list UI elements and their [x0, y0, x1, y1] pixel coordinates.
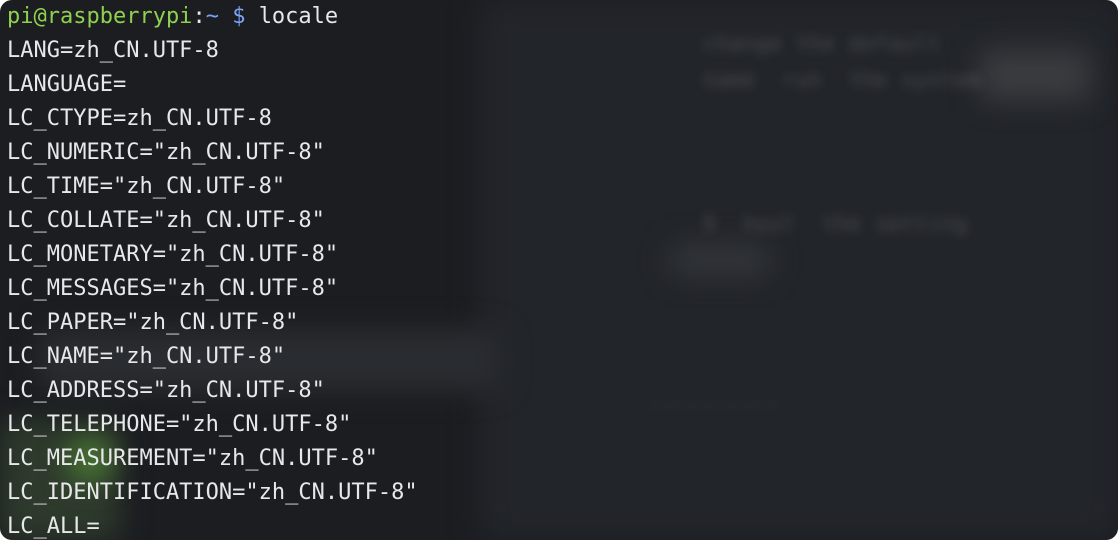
output-line: LC_MESSAGES="zh_CN.UTF-8"	[7, 276, 339, 301]
output-line: LANG=zh_CN.UTF-8	[7, 38, 219, 63]
output-line: LC_NAME="zh_CN.UTF-8"	[7, 344, 286, 369]
output-line: LC_ALL=	[7, 514, 100, 539]
output-line: LC_IDENTIFICATION="zh_CN.UTF-8"	[7, 480, 418, 505]
output-line: LC_MONETARY="zh_CN.UTF-8"	[7, 242, 339, 267]
output-line: LC_PAPER="zh_CN.UTF-8"	[7, 310, 299, 335]
output-line: LC_TIME="zh_CN.UTF-8"	[7, 174, 286, 199]
output-line: LC_MEASUREMENT="zh_CN.UTF-8"	[7, 446, 378, 471]
prompt-user-host: pi@raspberrypi	[7, 4, 193, 29]
prompt-line: pi@raspberrypi:~ $ locale	[7, 0, 1118, 34]
prompt-symbol: $	[232, 4, 246, 29]
output-line: LC_ADDRESS="zh_CN.UTF-8"	[7, 378, 325, 403]
prompt-separator: :	[192, 4, 206, 29]
output-line: LC_NUMERIC="zh_CN.UTF-8"	[7, 140, 325, 165]
terminal-output[interactable]: pi@raspberrypi:~ $ locale LANG=zh_CN.UTF…	[7, 0, 1118, 540]
output-line: LC_COLLATE="zh_CN.UTF-8"	[7, 208, 325, 233]
command-text: locale	[258, 4, 339, 29]
output-line: LANGUAGE=	[7, 72, 127, 97]
prompt-path: ~	[205, 4, 219, 29]
terminal-window[interactable]: change the default name run the system 9…	[0, 0, 1118, 540]
output-line: LC_CTYPE=zh_CN.UTF-8	[7, 106, 272, 131]
output-line: LC_TELEPHONE="zh_CN.UTF-8"	[7, 412, 352, 437]
